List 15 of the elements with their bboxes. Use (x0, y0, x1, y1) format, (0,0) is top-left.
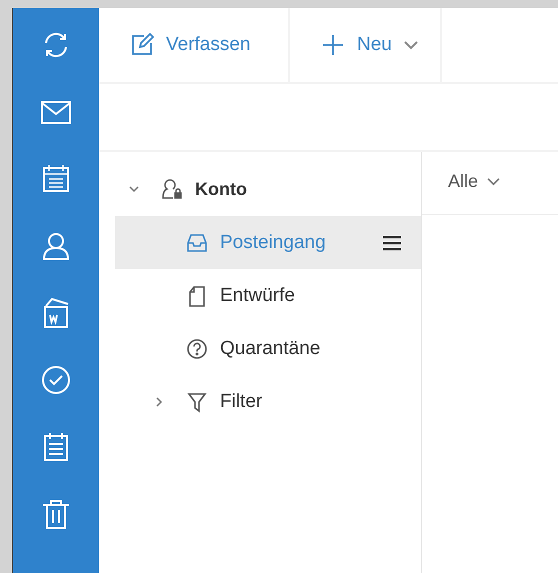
edit-icon (130, 33, 154, 57)
caret-icon (404, 40, 418, 50)
folder-item[interactable]: Quarantäne (115, 322, 421, 375)
menu-icon[interactable] (383, 234, 401, 250)
page-icon (186, 284, 208, 306)
inbox-icon (186, 232, 208, 254)
account-label[interactable]: Konto (195, 178, 247, 200)
folder-item[interactable]: Entwürfe (115, 269, 421, 322)
plus-icon (321, 33, 345, 57)
filter-dropdown[interactable]: Alle (448, 170, 500, 192)
folder-item[interactable]: Filter (115, 375, 421, 428)
question-icon (186, 338, 208, 360)
user-lock-icon (161, 178, 183, 200)
filter-icon (186, 390, 208, 412)
caret-icon (487, 176, 500, 186)
